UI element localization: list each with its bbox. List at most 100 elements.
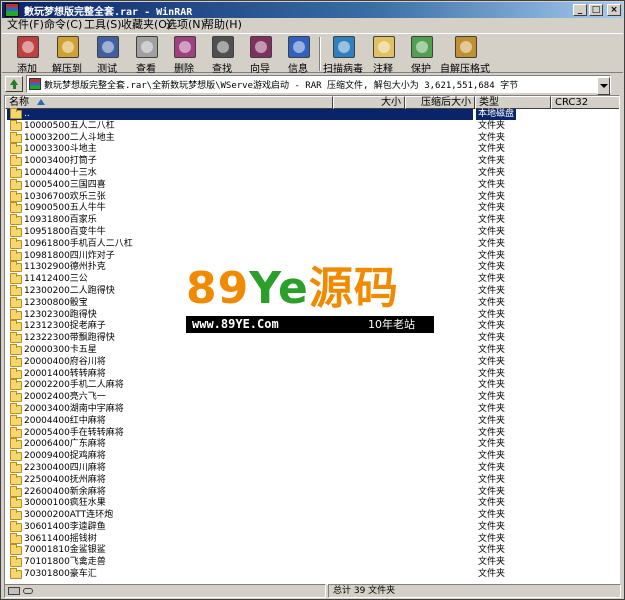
file-name: 12312300捉老麻子 <box>24 321 106 332</box>
file-type: 文件夹 <box>478 238 506 249</box>
file-row[interactable]: 20001400转转麻将 文件夹 <box>5 367 619 381</box>
file-row[interactable]: 10931800百家乐 文件夹 <box>5 214 619 227</box>
drive-icon[interactable] <box>8 587 20 595</box>
file-row[interactable]: 20002200手机二人麻将 文件夹 <box>5 379 619 392</box>
file-type: 文件夹 <box>478 156 506 167</box>
address-dropdown-button[interactable] <box>597 77 610 95</box>
file-row[interactable]: 10000500五人二八杠 文件夹 <box>5 119 619 133</box>
up-folder-button[interactable] <box>5 76 23 92</box>
file-row[interactable]: 10005400三国四喜 文件夹 <box>5 178 619 192</box>
sfx-button[interactable]: 自解压格式 <box>440 35 490 75</box>
file-row[interactable]: 20005400手在转转麻将 文件夹 <box>5 426 619 440</box>
file-row[interactable]: 30611400摇钱树 文件夹 <box>5 532 619 546</box>
file-row[interactable]: 12302300跑得快 文件夹 <box>5 308 619 322</box>
file-name: 20002200手机二人麻将 <box>24 380 124 391</box>
column-type[interactable]: 类型 <box>475 96 551 109</box>
file-type: 文件夹 <box>478 368 506 379</box>
file-row[interactable]: 12312300捉老麻子 文件夹 <box>5 320 619 333</box>
folder-icon <box>10 273 22 285</box>
file-type: 文件夹 <box>478 344 506 355</box>
file-type: 文件夹 <box>478 486 506 497</box>
file-row[interactable]: 10961800手机百人二八杠 文件夹 <box>5 237 619 251</box>
menu-tools[interactable]: 工具(S) <box>84 18 122 33</box>
file-row[interactable]: 30601400李逵辟鱼 文件夹 <box>5 520 619 534</box>
folder-icon <box>10 166 22 178</box>
file-list[interactable]: 名称 大小 压缩后大小 类型 CRC32 .. 本地磁盘 10000500五人二八杠… <box>4 95 620 585</box>
winrar-app-icon[interactable] <box>5 3 19 17</box>
folder-icon <box>10 414 22 426</box>
file-type: 文件夹 <box>478 569 506 580</box>
file-row[interactable]: 10306700欢乐三张 文件夹 <box>5 190 619 204</box>
file-row[interactable]: 11302900德州扑克 文件夹 <box>5 261 619 274</box>
file-row[interactable]: 22500400抚州麻将 文件夹 <box>5 473 619 487</box>
menu-favorites[interactable]: 收藏夹(O) <box>121 18 171 33</box>
folder-icon <box>10 497 22 509</box>
file-name: 30601400李逵辟鱼 <box>24 521 106 532</box>
file-row[interactable]: 30000200ATT连环炮 文件夹 <box>5 509 619 522</box>
menu-commands[interactable]: 命令(C) <box>44 18 82 33</box>
file-row[interactable]: 11412400三公 文件夹 <box>5 273 619 286</box>
file-type: 文件夹 <box>478 321 506 332</box>
file-row[interactable]: 20000300卡五星 文件夹 <box>5 343 619 357</box>
file-row[interactable]: 70101800飞禽走兽 文件夹 <box>5 556 619 569</box>
folder-icon <box>10 568 22 580</box>
file-row[interactable]: 12300200二人跑得快 文件夹 <box>5 284 619 298</box>
menu-help[interactable]: 帮助(H) <box>203 18 242 33</box>
file-row[interactable]: 20003400湖南中宇麻将 文件夹 <box>5 402 619 416</box>
file-type: 文件夹 <box>478 462 506 473</box>
file-row[interactable]: 22600400新余麻将 文件夹 <box>5 485 619 499</box>
file-row[interactable]: 10003200二人斗地主 文件夹 <box>5 131 619 145</box>
info-button[interactable]: 信息 <box>278 35 318 75</box>
file-row[interactable]: 20009400捉鸡麻将 文件夹 <box>5 450 619 463</box>
file-row[interactable]: 12300800骰宝 文件夹 <box>5 296 619 310</box>
folder-icon <box>10 355 22 367</box>
minimize-button[interactable]: _ <box>573 4 587 16</box>
column-packed-size[interactable]: 压缩后大小 <box>405 96 475 109</box>
file-row[interactable]: 10951800百变牛牛 文件夹 <box>5 225 619 239</box>
file-name: .. <box>24 109 30 120</box>
add-archive-icon <box>17 36 39 58</box>
test-icon <box>97 36 119 58</box>
protect-button[interactable]: 保护 <box>401 35 441 75</box>
menu-file[interactable]: 文件(F) <box>7 18 44 33</box>
file-row[interactable]: 30000100疯狂水果 文件夹 <box>5 497 619 510</box>
file-row[interactable]: 10004400十三水 文件夹 <box>5 166 619 180</box>
file-row[interactable]: 20006400广东麻将 文件夹 <box>5 438 619 451</box>
file-row[interactable]: 10003300斗地主 文件夹 <box>5 143 619 156</box>
file-row[interactable]: 20000400府谷川将 文件夹 <box>5 355 619 369</box>
file-type: 文件夹 <box>478 132 506 143</box>
maximize-button[interactable]: □ <box>589 4 603 16</box>
file-name: 10961800手机百人二八杠 <box>24 238 133 249</box>
column-crc32[interactable]: CRC32 <box>551 96 619 109</box>
up-arrow-stem <box>13 85 16 89</box>
view-icon <box>136 36 158 58</box>
file-row[interactable]: 10900500五人牛牛 文件夹 <box>5 202 619 215</box>
file-row[interactable]: 20004400红中麻将 文件夹 <box>5 414 619 428</box>
address-field[interactable]: 數玩梦想版完整全套.rar\全新数玩梦想版\WServe游戏启动 - RAR 压… <box>26 75 611 95</box>
folder-icon <box>10 225 22 237</box>
column-name[interactable]: 名称 <box>5 96 333 109</box>
file-row[interactable]: 12322300带飘跑得快 文件夹 <box>5 332 619 345</box>
file-name: 10003300斗地主 <box>24 144 97 155</box>
column-header: 名称 大小 压缩后大小 类型 CRC32 <box>5 96 619 109</box>
folder-icon <box>10 426 22 438</box>
menu-options[interactable]: 选项(N) <box>166 18 205 33</box>
file-name: 12322300带飘跑得快 <box>24 333 115 344</box>
file-row[interactable]: 70301800豪车汇 文件夹 <box>5 568 619 581</box>
file-row[interactable]: 10003400打筒子 文件夹 <box>5 155 619 168</box>
title-bar[interactable]: 數玩梦想版完整全套.rar - WinRAR _ □ × <box>2 2 623 18</box>
file-row[interactable]: 20002400亮六飞一 文件夹 <box>5 391 619 404</box>
file-type: 文件夹 <box>478 545 506 556</box>
close-button[interactable]: × <box>607 4 621 16</box>
folder-icon <box>10 532 22 544</box>
file-row[interactable]: 10981800四川炸对子 文件夹 <box>5 249 619 263</box>
folder-icon <box>10 108 22 119</box>
file-row[interactable]: .. 本地磁盘 <box>5 108 619 121</box>
file-name: 10005400三国四喜 <box>24 179 106 190</box>
key-icon[interactable] <box>23 588 33 594</box>
file-name: 30000200ATT连环炮 <box>24 510 114 521</box>
file-row[interactable]: 70001810金鲨银鲨 文件夹 <box>5 544 619 557</box>
column-size[interactable]: 大小 <box>333 96 405 109</box>
file-row[interactable]: 22300400四川麻将 文件夹 <box>5 461 619 475</box>
virus-scan-icon <box>333 36 355 58</box>
